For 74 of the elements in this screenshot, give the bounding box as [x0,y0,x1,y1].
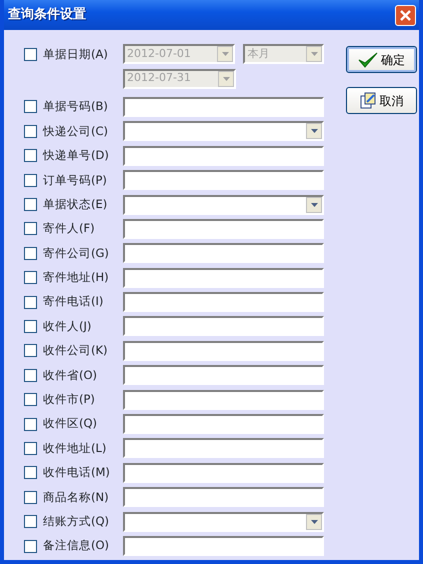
field-label: 订单号码(P) [43,172,108,189]
cancel-button[interactable]: 取消 [346,87,417,114]
input-field[interactable] [123,487,324,508]
window-title: 查询条件设置 [8,6,86,24]
input-field[interactable] [123,243,324,264]
field-label: 结账方式(Q) [43,512,110,530]
field-label: 寄件人(F) [43,220,96,238]
checkbox[interactable] [24,222,37,236]
input-field[interactable] [123,438,324,458]
field-label: 收件地址(L) [43,440,108,457]
input-field[interactable] [123,316,324,336]
input-field[interactable] [123,462,324,483]
field-label: 单据日期(A) [43,46,109,63]
dropdown-field[interactable] [123,512,324,532]
checkbox[interactable] [24,442,37,455]
field-label: 商品名称(N) [43,488,110,506]
field-label: 收件市(P) [43,391,96,408]
checkmark-icon [358,50,378,68]
checkbox[interactable] [24,490,37,504]
input-field[interactable] [123,96,324,117]
input-field[interactable] [123,146,324,166]
dropdown-field[interactable] [123,194,324,215]
checkbox[interactable] [24,418,37,431]
close-icon [399,8,412,22]
checkbox[interactable] [24,149,37,162]
checkbox[interactable] [24,246,37,260]
caret-icon [310,129,318,134]
checkbox[interactable] [24,174,37,187]
field-label: 寄件公司(G) [43,244,110,262]
caret-icon [222,76,230,81]
field-label: 收件人(J) [43,318,92,335]
input-field[interactable] [123,365,324,386]
checkbox[interactable] [24,124,37,138]
dropdown-field[interactable] [123,121,324,142]
checkbox[interactable] [24,540,37,552]
field-label: 快递公司(C) [43,122,110,140]
field-label: 收件省(O) [43,366,98,384]
close-button[interactable] [395,4,416,26]
dropdown-button[interactable] [306,123,322,140]
field-label: 备注信息(O) [43,537,110,554]
checkbox[interactable] [24,100,37,114]
input-field[interactable] [123,218,324,239]
checkbox[interactable] [24,368,37,382]
checkbox[interactable] [24,320,37,333]
checkbox[interactable] [24,393,37,406]
field-label: 快递单号(D) [43,147,110,164]
dropdown-button[interactable] [306,196,322,213]
caret-icon [310,202,318,207]
field-label: 收件电话(M) [43,464,111,482]
input-field[interactable] [123,292,324,312]
notepad-icon [360,92,376,109]
input-field[interactable] [123,536,324,556]
checkbox[interactable] [24,515,37,528]
dropdown-button[interactable] [306,514,322,530]
input-field[interactable] [123,414,324,434]
field-label: 单据状态(E) [43,196,108,213]
field-label: 寄件地址(H) [43,269,110,286]
input-field[interactable] [123,390,324,410]
checkbox[interactable] [24,296,37,309]
field-label: 收件公司(K) [43,342,109,360]
caret-icon [310,520,318,524]
caret-icon [310,52,318,56]
ok-button[interactable]: 确定 [346,46,417,73]
input-field[interactable] [123,340,324,361]
field-label: 寄件电话(I) [43,293,104,310]
input-field[interactable] [123,170,324,190]
field-label: 单据号码(B) [43,98,109,116]
caret-icon [222,52,229,56]
input-field[interactable] [123,268,324,288]
field-label: 收件区(Q) [43,415,98,432]
checkbox[interactable] [24,466,37,480]
checkbox[interactable] [24,344,37,358]
checkbox[interactable] [24,198,37,212]
checkbox[interactable] [24,271,37,284]
